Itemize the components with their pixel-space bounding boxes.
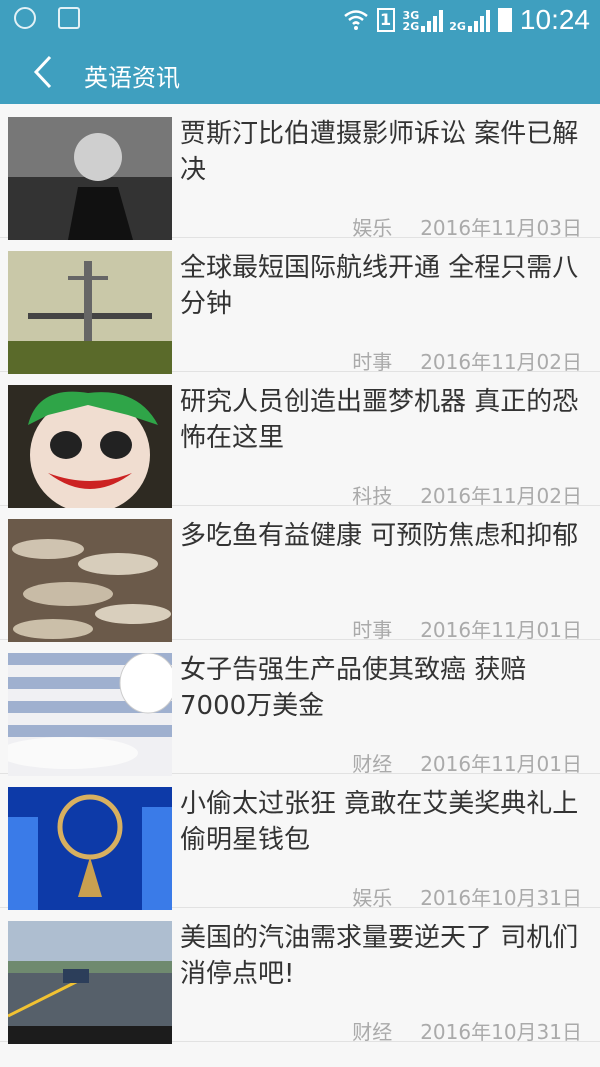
emoji-icon <box>14 7 36 29</box>
article-title: 美国的汽油需求量要逆天了 司机们消停点吧! <box>180 923 579 989</box>
article-date: 2016年11月02日 <box>420 350 582 374</box>
wifi-icon <box>343 10 368 30</box>
list-item[interactable]: 美国的汽油需求量要逆天了 司机们消停点吧! 财经 2016年10月31日 <box>0 908 600 1045</box>
article-meta: 娱乐 2016年11月03日 <box>352 212 582 241</box>
article-title: 贾斯汀比伯遭摄影师诉讼 案件已解决 <box>180 119 579 185</box>
article-date: 2016年11月01日 <box>420 618 582 642</box>
signal-icon: 3G 2G 2G <box>403 8 490 32</box>
article-thumbnail <box>8 251 172 374</box>
article-thumbnail <box>8 519 172 642</box>
list-item[interactable]: 贾斯汀比伯遭摄影师诉讼 案件已解决 娱乐 2016年11月03日 <box>0 104 600 241</box>
article-title: 多吃鱼有益健康 可预防焦虑和抑郁 <box>180 521 579 551</box>
list-item[interactable]: 多吃鱼有益健康 可预防焦虑和抑郁 时事 2016年11月01日 <box>0 506 600 643</box>
app-bar: 英语资讯 <box>0 40 600 104</box>
article-category: 财经 <box>352 1020 393 1044</box>
sim-icon: 1 <box>376 8 395 32</box>
article-meta: 财经 2016年10月31日 <box>352 1016 582 1045</box>
list-item[interactable]: 女子告强生产品使其致癌 获赔7000万美金 财经 2016年11月01日 <box>0 640 600 777</box>
article-category: 科技 <box>352 484 393 508</box>
sim-label: 1 <box>379 10 392 29</box>
article-category: 娱乐 <box>352 216 393 240</box>
list-item[interactable]: 小偷太过张狂 竟敢在艾美奖典礼上偷明星钱包 娱乐 2016年10月31日 <box>0 774 600 911</box>
article-meta: 娱乐 2016年10月31日 <box>352 882 582 911</box>
article-date: 2016年11月02日 <box>420 484 582 508</box>
page-title: 英语资讯 <box>84 64 180 92</box>
article-date: 2016年11月01日 <box>420 752 582 776</box>
clock: 10:24 <box>519 4 590 35</box>
article-category: 时事 <box>352 618 393 642</box>
article-title: 全球最短国际航线开通 全程只需八分钟 <box>180 253 579 319</box>
article-date: 2016年11月03日 <box>420 216 582 240</box>
article-category: 娱乐 <box>352 886 393 910</box>
article-thumbnail <box>8 653 172 776</box>
article-title: 女子告强生产品使其致癌 获赔7000万美金 <box>180 655 527 721</box>
article-date: 2016年10月31日 <box>420 886 582 910</box>
article-meta: 时事 2016年11月01日 <box>352 614 582 643</box>
article-title: 研究人员创造出噩梦机器 真正的恐怖在这里 <box>180 387 579 453</box>
status-bar: 1 3G 2G 2G 10:24 <box>0 0 600 40</box>
article-meta: 科技 2016年11月02日 <box>352 480 582 509</box>
image-icon <box>58 7 80 29</box>
chevron-left-icon[interactable] <box>28 54 64 90</box>
network-type: 3G 2G <box>403 10 420 32</box>
battery-icon <box>497 8 512 32</box>
article-thumbnail <box>8 921 172 1044</box>
article-category: 财经 <box>352 752 393 776</box>
article-category: 时事 <box>352 350 393 374</box>
list-item[interactable]: 研究人员创造出噩梦机器 真正的恐怖在这里 科技 2016年11月02日 <box>0 372 600 509</box>
article-thumbnail <box>8 385 172 508</box>
article-thumbnail <box>8 787 172 910</box>
article-meta: 财经 2016年11月01日 <box>352 748 582 777</box>
list-item[interactable]: 全球最短国际航线开通 全程只需八分钟 时事 2016年11月02日 <box>0 238 600 375</box>
network-2: 2G <box>449 20 466 33</box>
article-title: 小偷太过张狂 竟敢在艾美奖典礼上偷明星钱包 <box>180 789 579 855</box>
article-thumbnail <box>8 117 172 240</box>
network-bottom: 2G <box>402 20 420 33</box>
article-meta: 时事 2016年11月02日 <box>352 346 582 375</box>
article-date: 2016年10月31日 <box>420 1020 582 1044</box>
article-list[interactable]: 贾斯汀比伯遭摄影师诉讼 案件已解决 娱乐 2016年11月03日 全球最短国际航… <box>0 104 600 1045</box>
